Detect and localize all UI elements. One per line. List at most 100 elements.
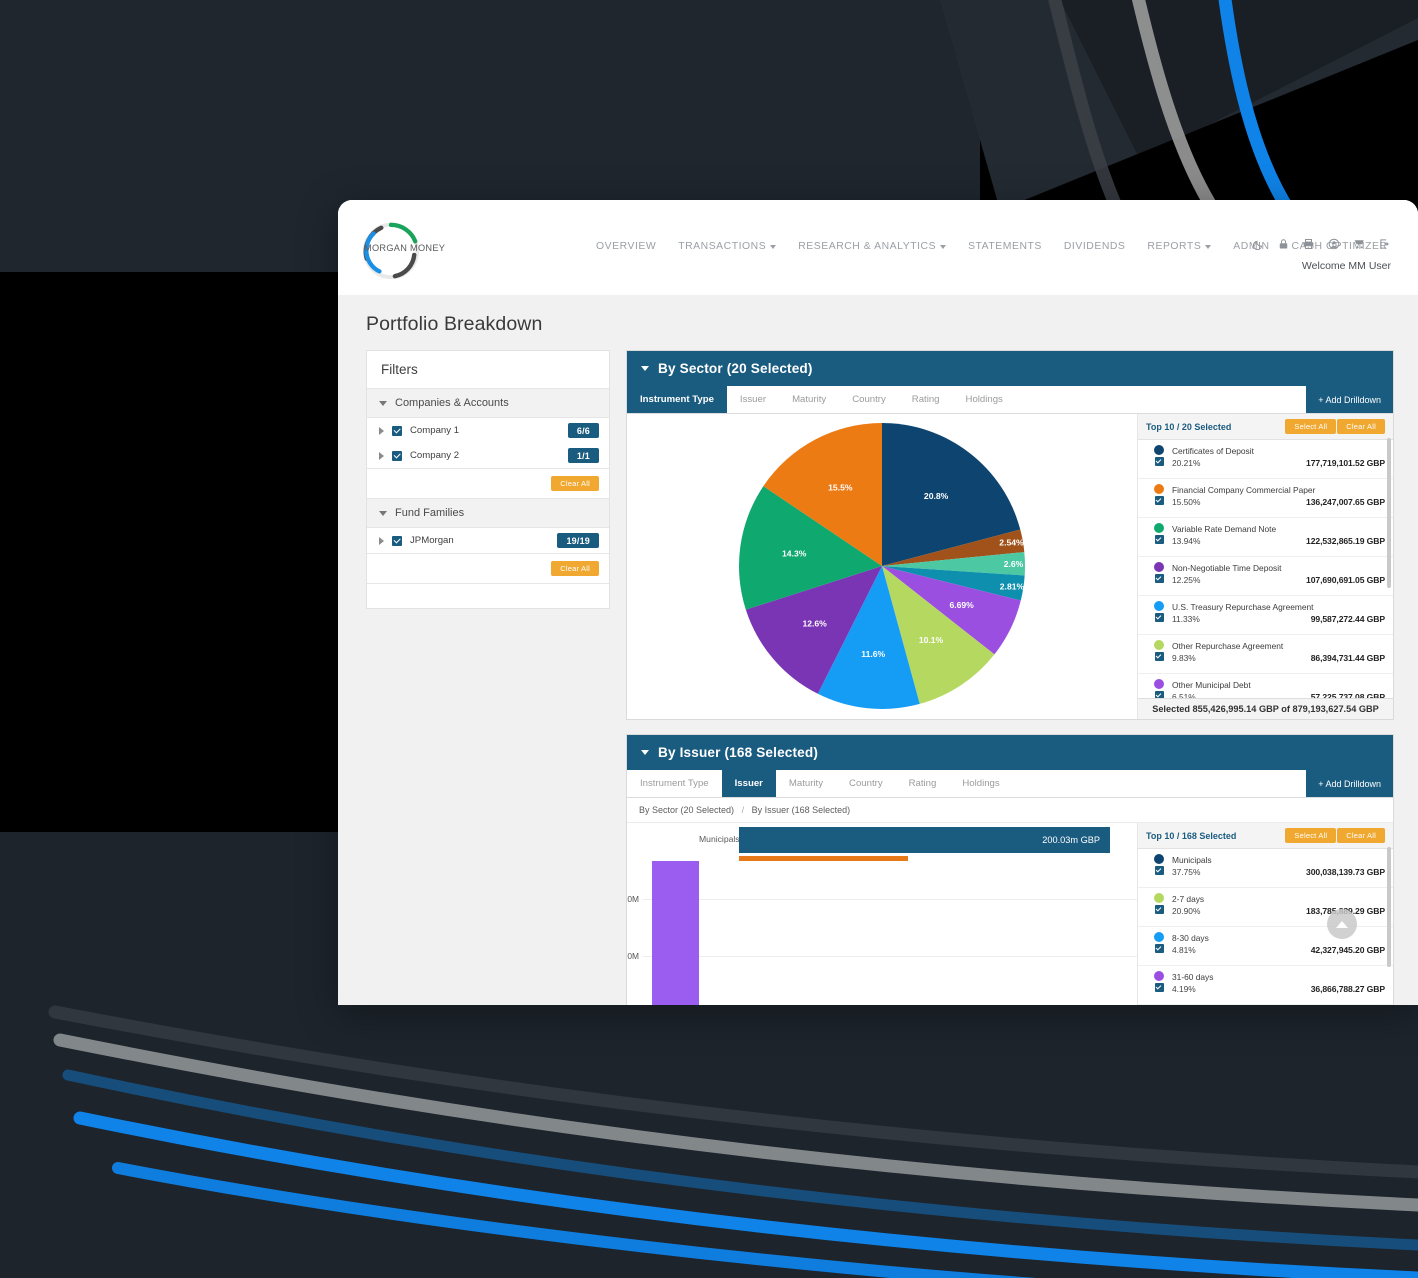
tabbar-spacer bbox=[1016, 386, 1306, 413]
clear-all-companies-button[interactable]: Clear All bbox=[551, 476, 599, 491]
checkbox-company-2[interactable] bbox=[392, 450, 402, 461]
breadcrumb-separator: / bbox=[741, 805, 745, 815]
bar-tooltip: 200.03m GBP bbox=[739, 827, 1110, 853]
pie-slice-label: 14.3% bbox=[782, 549, 807, 559]
sector-legend-scrollbar[interactable] bbox=[1387, 438, 1391, 588]
nav-item-statements[interactable]: STATEMENTS bbox=[968, 241, 1042, 252]
nav-label: TRANSACTIONS bbox=[678, 241, 767, 252]
legend-item[interactable]: Variable Rate Demand Note 13.94% 122,532,8… bbox=[1138, 518, 1393, 557]
by-sector-title: By Sector (20 Selected) bbox=[658, 361, 813, 376]
legend-checkbox[interactable] bbox=[1154, 496, 1164, 505]
tab-instrument-type[interactable]: Instrument Type bbox=[627, 386, 727, 413]
legend-checkbox[interactable] bbox=[1154, 652, 1164, 661]
filter-row-company-1[interactable]: Company 1 6/6 bbox=[367, 418, 609, 443]
by-sector-panel: By Sector (20 Selected) Instrument Type … bbox=[626, 350, 1394, 720]
gridline bbox=[643, 899, 1137, 900]
legend-item[interactable]: U.S. Treasury Repurchase Agreement 11.33%… bbox=[1138, 596, 1393, 635]
lock-icon[interactable] bbox=[1278, 238, 1289, 250]
tab-issuer[interactable]: Issuer bbox=[727, 386, 779, 413]
legend-marker bbox=[1146, 445, 1172, 466]
filter-row-jpmorgan[interactable]: JPMorgan 19/19 bbox=[367, 528, 609, 553]
by-sector-tabbar: Instrument Type Issuer Maturity Country … bbox=[627, 386, 1393, 414]
y-axis-label-300m: 300M bbox=[627, 894, 639, 904]
legend-item[interactable]: Municipals 37.75% 300,038,139.73 GBP bbox=[1138, 849, 1393, 888]
clear-all-button-issuer[interactable]: Clear All bbox=[1337, 828, 1385, 843]
legend-marker bbox=[1146, 679, 1172, 700]
legend-checkbox[interactable] bbox=[1154, 613, 1164, 622]
legend-text: Certificates of Deposit 20.21% 177,719,101… bbox=[1172, 445, 1385, 469]
checkbox-company-1[interactable] bbox=[392, 425, 402, 436]
scroll-to-top-button[interactable] bbox=[1327, 909, 1357, 939]
by-issuer-header[interactable]: By Issuer (168 Selected) bbox=[627, 735, 1393, 770]
moon-icon[interactable] bbox=[1253, 238, 1265, 250]
nav-item-research-analytics[interactable]: RESEARCH & ANALYTICS bbox=[798, 241, 947, 252]
app-header: MORGAN MONEY OVERVIEW TRANSACTIONS RESEA… bbox=[338, 200, 1418, 295]
filters-spacer bbox=[367, 584, 609, 608]
issuer-legend-scrollbar[interactable] bbox=[1387, 847, 1391, 967]
tab-holdings-issuer[interactable]: Holdings bbox=[949, 770, 1012, 797]
legend-item[interactable]: 31-60 days 4.19% 36,866,788.27 GBP bbox=[1138, 966, 1393, 1005]
legend-item[interactable]: Other Repurchase Agreement 9.83% 86,394,73… bbox=[1138, 635, 1393, 674]
pie-slice-label: 2.54% bbox=[999, 538, 1024, 548]
tab-instrument-type-issuer[interactable]: Instrument Type bbox=[627, 770, 722, 797]
nav-item-transactions[interactable]: TRANSACTIONS bbox=[678, 241, 777, 252]
breadcrumb-item-issuer[interactable]: By Issuer (168 Selected) bbox=[752, 805, 851, 815]
chevron-down-icon bbox=[770, 244, 777, 249]
nav-item-overview[interactable]: OVERVIEW bbox=[596, 241, 656, 252]
sector-legend-list[interactable]: Certificates of Deposit 20.21% 177,719,101… bbox=[1138, 440, 1393, 702]
pie-slice-label: 10.1% bbox=[919, 635, 944, 645]
chevron-right-icon[interactable] bbox=[379, 426, 384, 435]
legend-checkbox[interactable] bbox=[1154, 574, 1164, 583]
tab-country[interactable]: Country bbox=[839, 386, 899, 413]
legend-item[interactable]: 8-30 days 4.81% 42,327,945.20 GBP bbox=[1138, 927, 1393, 966]
nav-item-reports[interactable]: REPORTS bbox=[1147, 241, 1212, 252]
by-issuer-body: 300M 200M 100M 183.79m GBP bbox=[627, 823, 1393, 1005]
chevron-right-icon[interactable] bbox=[379, 536, 384, 545]
select-all-button-issuer[interactable]: Select All bbox=[1285, 828, 1337, 843]
filters-title: Filters bbox=[367, 351, 609, 389]
add-drilldown-button-issuer[interactable]: + Add Drilldown bbox=[1306, 770, 1393, 797]
by-sector-header[interactable]: By Sector (20 Selected) bbox=[627, 351, 1393, 386]
tab-maturity-issuer[interactable]: Maturity bbox=[776, 770, 836, 797]
tab-holdings[interactable]: Holdings bbox=[953, 386, 1016, 413]
legend-checkbox[interactable] bbox=[1154, 457, 1164, 466]
legend-item-percent: 20.90% bbox=[1172, 906, 1201, 916]
clear-all-button-sector[interactable]: Clear All bbox=[1337, 419, 1385, 434]
legend-text: Other Repurchase Agreement 9.83% 86,394,73… bbox=[1172, 640, 1385, 664]
nav-item-dividends[interactable]: DIVIDENDS bbox=[1064, 241, 1126, 252]
cart-icon[interactable] bbox=[1353, 238, 1366, 250]
clear-all-fund-families-button[interactable]: Clear All bbox=[551, 561, 599, 576]
legend-item[interactable]: Financial Company Commercial Paper 15.50%… bbox=[1138, 479, 1393, 518]
filter-label: Company 1 bbox=[410, 425, 460, 436]
tooltip-value: 200.03m GBP bbox=[1042, 835, 1100, 845]
breadcrumb-item-sector[interactable]: By Sector (20 Selected) bbox=[639, 805, 734, 815]
filter-group-companies-accounts[interactable]: Companies & Accounts bbox=[367, 389, 609, 418]
nav-label: REPORTS bbox=[1147, 241, 1202, 252]
legend-checkbox[interactable] bbox=[1154, 866, 1164, 875]
tab-country-issuer[interactable]: Country bbox=[836, 770, 896, 797]
filter-group-label: Companies & Accounts bbox=[395, 397, 509, 409]
logout-icon[interactable] bbox=[1379, 238, 1391, 250]
account-icon[interactable] bbox=[1328, 238, 1340, 250]
legend-item[interactable]: Certificates of Deposit 20.21% 177,719,101… bbox=[1138, 440, 1393, 479]
select-all-button-sector[interactable]: Select All bbox=[1285, 419, 1337, 434]
legend-checkbox[interactable] bbox=[1154, 944, 1164, 953]
bar-municipals[interactable] bbox=[652, 861, 699, 1005]
checkbox-jpmorgan[interactable] bbox=[392, 535, 402, 546]
tab-rating[interactable]: Rating bbox=[899, 386, 953, 413]
legend-checkbox[interactable] bbox=[1154, 535, 1164, 544]
legend-item[interactable]: Non-Negotiable Time Deposit 12.25% 107,690… bbox=[1138, 557, 1393, 596]
add-drilldown-button-sector[interactable]: + Add Drilldown bbox=[1306, 386, 1393, 413]
tab-rating-issuer[interactable]: Rating bbox=[896, 770, 950, 797]
chevron-right-icon[interactable] bbox=[379, 451, 384, 460]
sector-pie-chart[interactable]: 20.8% 2.54% 2.6% 2.81% 6.69% 10.1% 11.6% 12.6% 1… bbox=[712, 414, 1052, 719]
filter-row-company-2[interactable]: Company 2 1/1 bbox=[367, 443, 609, 468]
printer-icon[interactable] bbox=[1302, 238, 1315, 250]
tab-maturity[interactable]: Maturity bbox=[779, 386, 839, 413]
legend-checkbox[interactable] bbox=[1154, 983, 1164, 992]
tab-issuer-active[interactable]: Issuer bbox=[721, 770, 776, 797]
legend-item-percent: 20.21% bbox=[1172, 458, 1201, 468]
legend-checkbox[interactable] bbox=[1154, 905, 1164, 914]
legend-item-name: Non-Negotiable Time Deposit bbox=[1172, 563, 1282, 573]
filter-group-fund-families[interactable]: Fund Families bbox=[367, 499, 609, 528]
